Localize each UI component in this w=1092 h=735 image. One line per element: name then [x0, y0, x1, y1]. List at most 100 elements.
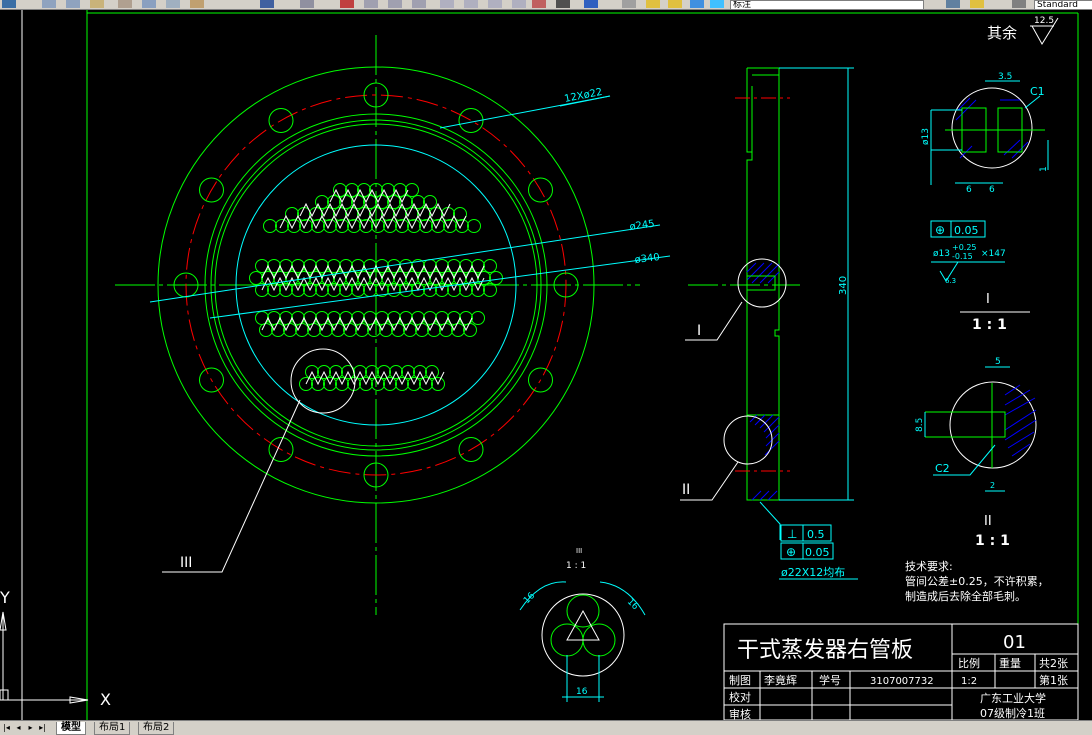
- help-icon[interactable]: [584, 0, 598, 8]
- zoom-realtime-icon[interactable]: [142, 0, 156, 8]
- redraw-icon[interactable]: [190, 0, 204, 8]
- paste-icon[interactable]: [90, 0, 104, 8]
- detail-II-slot: [925, 411, 1006, 438]
- label-I: I: [697, 323, 701, 339]
- copy-icon[interactable]: [66, 0, 80, 8]
- drawing-canvas[interactable]: III 12Xø22 ø245 ø340 I II 340 ⊥ 0.5 ⊕ 0.…: [0, 10, 1092, 720]
- tb-check-label: 校对: [729, 690, 751, 704]
- tube-hole: [383, 219, 397, 233]
- layout-tab-bar: |◂ ◂ ▸ ▸| 模型 布局1 布局2: [0, 720, 1092, 735]
- redo-icon[interactable]: [300, 0, 314, 8]
- tube-hole: [447, 311, 461, 325]
- next-tab-icon[interactable]: ▸: [25, 722, 36, 733]
- zoom-extents-icon[interactable]: [388, 0, 402, 8]
- detail-I-tube-count: ×147: [981, 249, 1006, 259]
- tab-layout1[interactable]: 布局1: [94, 722, 131, 735]
- tube-hole: [327, 195, 341, 209]
- side-slot: [746, 275, 776, 291]
- tube-hole: [323, 219, 337, 233]
- detail-I-tol-symbol: ⊕: [935, 223, 945, 237]
- tb-h-scale: 比例: [958, 656, 980, 670]
- main-view: III 12Xø22 ø245 ø340: [115, 35, 671, 615]
- tab-layout2[interactable]: 布局2: [138, 722, 175, 735]
- zoom-previous-icon[interactable]: [364, 0, 378, 8]
- tube-hole: [419, 219, 433, 233]
- detail-I-dim-6a: 6: [966, 185, 972, 195]
- tube-hole: [315, 195, 329, 209]
- detail-II-dim-85: 8.5: [915, 418, 925, 432]
- tube-hole: [351, 311, 365, 325]
- first-tab-icon[interactable]: |◂: [1, 722, 12, 733]
- zoom-window-icon[interactable]: [340, 0, 354, 8]
- sheet-set-icon[interactable]: [512, 0, 526, 8]
- side-view: I II 340 ⊥ 0.5 ⊕ 0.05 ø22X12均布: [680, 67, 858, 580]
- roughness-note: 其余 12.5: [987, 16, 1059, 45]
- layer-manager-icon[interactable]: [622, 0, 636, 8]
- notes-line1: 管间公差±0.25，不许积累，: [905, 574, 1049, 588]
- tube-hole: [287, 219, 301, 233]
- layer-state-icon[interactable]: [646, 0, 660, 8]
- detail-I-tube-tol-upper: +0.25: [952, 243, 977, 252]
- tube-hole: [471, 259, 485, 273]
- tube-hole: [423, 195, 437, 209]
- tb-sheets-total: 共2张: [1039, 657, 1068, 670]
- calculator-icon[interactable]: [556, 0, 570, 8]
- detail-I-scale: 1 : 1: [972, 317, 1007, 333]
- tube-hole: [411, 311, 425, 325]
- detail-III-triangle: [566, 609, 600, 641]
- layer-lock-icon[interactable]: [668, 0, 682, 8]
- side-hatch: [746, 262, 780, 501]
- detail-II-marker-circle: [723, 415, 773, 465]
- tab-model[interactable]: 模型: [56, 722, 86, 735]
- tube-hole: [259, 323, 273, 337]
- detail-I-title: I: [986, 292, 990, 307]
- tb-student-label: 学号: [819, 673, 841, 687]
- save-icon[interactable]: [2, 0, 16, 8]
- tube-hole: [423, 311, 437, 325]
- text-style-dropdown[interactable]: Standard: [1034, 0, 1092, 9]
- pan-icon[interactable]: [166, 0, 180, 8]
- label-II: II: [682, 482, 690, 498]
- prev-tab-icon[interactable]: ◂: [13, 722, 24, 733]
- layer-color-icon[interactable]: [690, 0, 704, 8]
- detail-III-dim-16c: 16: [576, 687, 588, 697]
- layer-dropdown[interactable]: 标注: [730, 0, 924, 9]
- detail-II-scale: 1 : 1: [975, 533, 1010, 549]
- cut-icon[interactable]: [42, 0, 56, 8]
- undo-icon[interactable]: [260, 0, 274, 8]
- design-center-icon[interactable]: [464, 0, 478, 8]
- detail-III-dim-arc-right: [599, 581, 646, 616]
- detail-II-dim-2: 2: [990, 481, 995, 490]
- properties-icon[interactable]: [440, 0, 454, 8]
- callout-holes: 12Xø22: [563, 87, 603, 105]
- tol-pos-symbol: ⊕: [786, 545, 796, 559]
- tube-hole: [299, 219, 313, 233]
- layer-previous-icon[interactable]: [970, 0, 984, 8]
- callout-d245: ø245: [629, 219, 656, 233]
- tube-hole: [447, 259, 461, 273]
- markup-icon[interactable]: [532, 0, 546, 8]
- text-style-icon[interactable]: [1012, 0, 1026, 8]
- tube-hole: [279, 259, 293, 273]
- detail-II-dim-5: 5: [995, 357, 1001, 367]
- tube-hole: [483, 259, 497, 273]
- tb-h-weight: 重量: [999, 656, 1021, 670]
- tool-palette-icon[interactable]: [488, 0, 502, 8]
- tol-perp: 0.5: [807, 528, 825, 541]
- tube-hole: [411, 195, 425, 209]
- zoom-in-icon[interactable]: [412, 0, 426, 8]
- last-tab-icon[interactable]: ▸|: [37, 722, 48, 733]
- tb-school: 广东工业大学: [980, 691, 1046, 705]
- tb-review-label: 审核: [729, 707, 751, 720]
- detail-III-dim-16b: 16: [625, 597, 640, 612]
- detail-I-dim-13: ø13: [921, 128, 931, 145]
- make-object-layer-current-icon[interactable]: [946, 0, 960, 8]
- tube-hole: [249, 271, 263, 285]
- tube-hole: [303, 311, 317, 325]
- roughness-value: 12.5: [1034, 16, 1054, 26]
- tb-drawn-label: 制图: [729, 674, 751, 687]
- tube-hole: [399, 259, 413, 273]
- tol-leader: [759, 501, 781, 540]
- layer-freeze-icon[interactable]: [710, 0, 724, 8]
- match-properties-icon[interactable]: [118, 0, 132, 8]
